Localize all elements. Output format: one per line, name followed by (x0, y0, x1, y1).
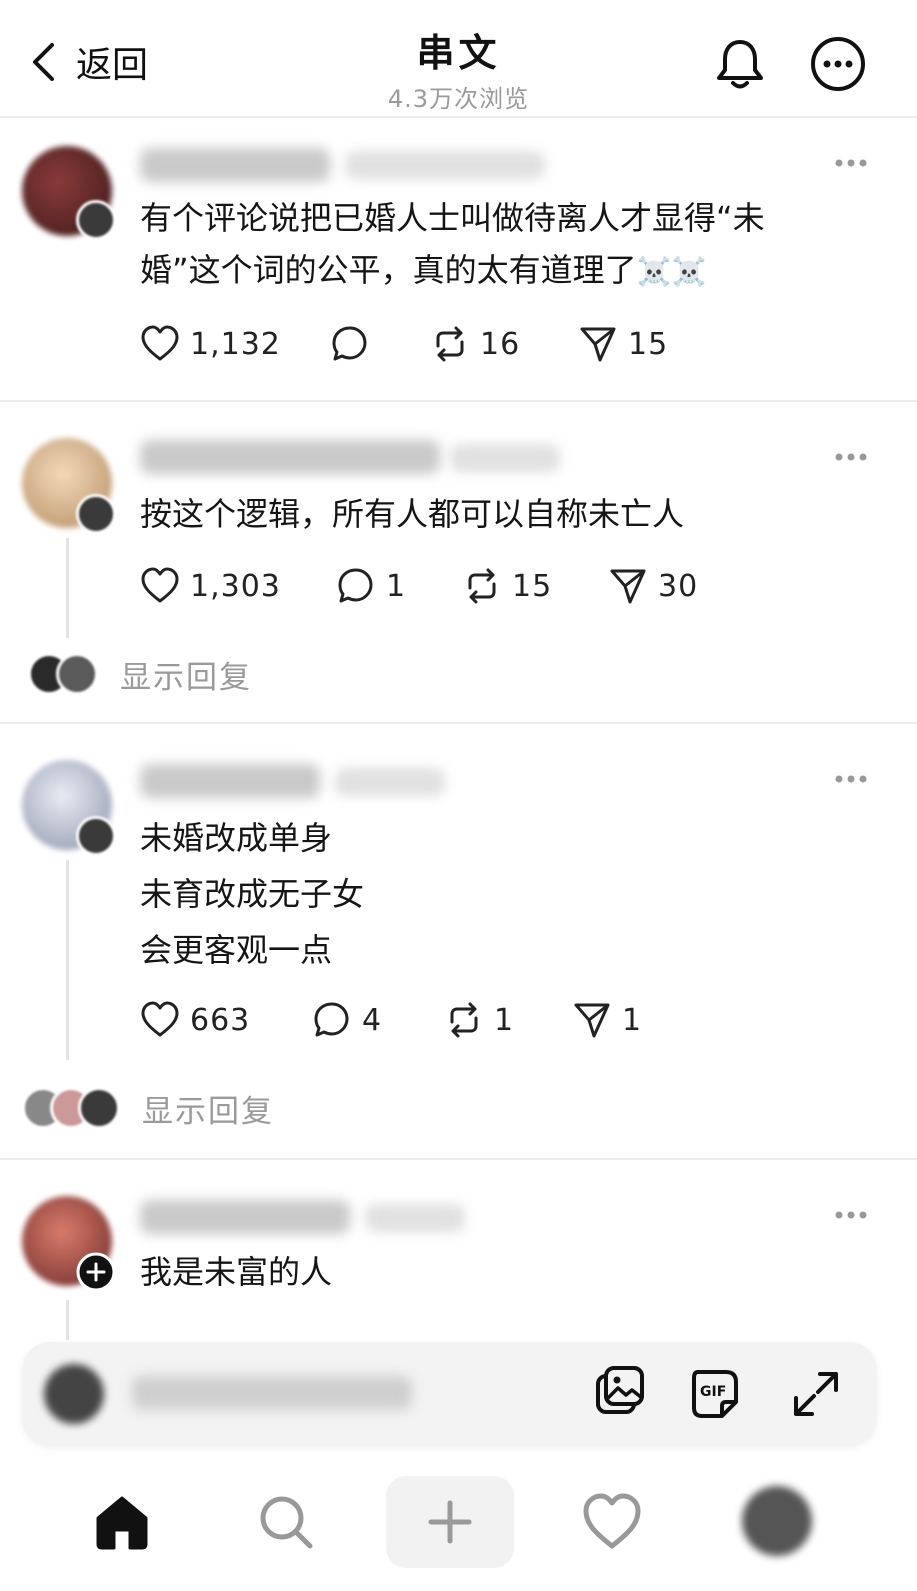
post-text-line: 有个评论说把已婚人士叫做待离人才显得“未 (140, 199, 765, 237)
show-replies[interactable]: 显示回复 (22, 1087, 274, 1130)
search-icon (260, 1496, 313, 1549)
comment-button[interactable]: 1 (336, 564, 406, 608)
username-blurred[interactable] (140, 1200, 350, 1234)
send-icon (610, 569, 646, 604)
nav-home[interactable] (82, 1482, 162, 1562)
comment-icon (314, 1002, 349, 1037)
plus-circle-icon[interactable] (76, 1252, 116, 1292)
show-replies[interactable]: 显示回复 (28, 653, 252, 696)
repost-icon (468, 568, 496, 604)
follow-badge[interactable] (76, 816, 116, 856)
post-text: 有个评论说把已婚人士叫做待离人才显得“未 婚”这个词的公平，真的太有道理了☠️☠️ (140, 192, 765, 298)
heart-icon (141, 567, 179, 603)
post-text-line: 按这个逻辑，所有人都可以自称未亡人 (140, 495, 685, 533)
post-text-line: 未育改成无子女 (140, 875, 365, 913)
share-count: 15 (628, 326, 669, 362)
nav-search[interactable] (246, 1482, 326, 1562)
heart-icon (141, 1001, 179, 1037)
plus-icon (428, 1500, 472, 1544)
repost-count: 1 (494, 1002, 515, 1038)
bottom-nav (0, 1460, 917, 1591)
follow-badge[interactable] (76, 494, 116, 534)
comment-button[interactable] (330, 322, 380, 366)
post-text: 按这个逻辑，所有人都可以自称未亡人 (140, 488, 684, 540)
comment-icon (338, 568, 373, 603)
post-1: 有个评论说把已婚人士叫做待离人才显得“未 婚”这个词的公平，真的太有道理了☠️☠️… (0, 118, 917, 400)
share-button[interactable]: 15 (578, 322, 668, 366)
nav-profile-avatar[interactable] (742, 1486, 812, 1556)
comment-icon (332, 326, 367, 361)
send-icon (580, 327, 616, 362)
repost-count: 15 (512, 568, 553, 604)
show-replies-label: 显示回复 (142, 1093, 274, 1130)
reply-avatar (78, 1087, 120, 1129)
share-count: 30 (658, 568, 699, 604)
post-text-line: 我是未富的人 (140, 1253, 333, 1291)
more-options-icon[interactable] (834, 1210, 868, 1220)
nav-activity[interactable] (572, 1482, 652, 1562)
timestamp-blurred (365, 1204, 465, 1232)
post-2: 按这个逻辑，所有人都可以自称未亡人 1,303 1 15 30 显示回复 (0, 402, 917, 722)
expand-icon[interactable] (786, 1364, 846, 1424)
repost-button[interactable]: 15 (462, 564, 552, 608)
repost-button[interactable]: 1 (444, 998, 514, 1042)
gif-icon[interactable]: GIF (686, 1364, 746, 1424)
comment-button[interactable]: 4 (312, 998, 382, 1042)
home-icon (96, 1496, 148, 1550)
thread-line (66, 538, 69, 638)
show-replies-label: 显示回复 (120, 659, 252, 696)
post-text: 未婚改成单身 未育改成无子女 会更客观一点 (140, 810, 364, 978)
repost-count: 16 (480, 326, 521, 362)
comment-count: 4 (362, 1002, 383, 1038)
repost-icon (450, 1002, 478, 1038)
like-count: 1,132 (190, 326, 281, 362)
username-blurred[interactable] (140, 148, 330, 182)
timestamp-blurred (345, 151, 545, 179)
svg-text:GIF: GIF (700, 1384, 726, 1400)
post-text-line: 婚”这个词的公平，真的太有道理了 (140, 251, 637, 289)
comment-count: 1 (386, 568, 407, 604)
follow-badge[interactable] (76, 200, 116, 240)
repost-icon (436, 326, 464, 362)
skull-emoji: ☠️☠️ (636, 255, 707, 288)
share-button[interactable]: 1 (572, 998, 642, 1042)
top-bar: 返回 串文 4.3万次浏览 (0, 0, 917, 118)
heart-icon (583, 1493, 641, 1549)
page-title: 串文 (416, 31, 501, 75)
reply-avatar (56, 653, 98, 695)
more-options-icon[interactable] (834, 158, 868, 168)
title-block: 串文 4.3万次浏览 (0, 22, 917, 114)
like-count: 663 (190, 1002, 251, 1038)
thread-line (66, 860, 69, 1060)
post-text-line: 未婚改成单身 (140, 819, 333, 857)
repost-button[interactable]: 16 (430, 322, 520, 366)
reply-input-placeholder[interactable] (132, 1376, 412, 1410)
username-blurred[interactable] (140, 440, 440, 474)
more-options-icon[interactable] (834, 774, 868, 784)
like-button[interactable]: 1,132 (140, 322, 281, 366)
view-count: 4.3万次浏览 (387, 85, 530, 113)
share-button[interactable]: 30 (608, 564, 698, 608)
post-4: 我是未富的人 (0, 1160, 917, 1340)
reply-composer[interactable]: GIF (22, 1342, 877, 1446)
timestamp-blurred (450, 444, 560, 472)
username-blurred[interactable] (140, 764, 320, 798)
thread-line (66, 1300, 69, 1340)
bell-icon[interactable] (710, 34, 770, 94)
nav-new-post[interactable] (386, 1476, 514, 1568)
post-text: 我是未富的人 (140, 1246, 332, 1298)
post-3: 未婚改成单身 未育改成无子女 会更客观一点 663 4 1 1 显示回复 (0, 724, 917, 1158)
post-text-line: 会更客观一点 (140, 931, 333, 969)
image-icon[interactable] (590, 1364, 650, 1424)
more-options-icon[interactable] (834, 452, 868, 462)
like-button[interactable]: 663 (140, 998, 250, 1042)
like-button[interactable]: 1,303 (140, 564, 281, 608)
timestamp-blurred (335, 768, 445, 796)
like-count: 1,303 (190, 568, 281, 604)
send-icon (574, 1003, 610, 1038)
more-circle-icon[interactable] (808, 34, 868, 94)
heart-icon (141, 325, 179, 361)
composer-avatar (44, 1364, 104, 1424)
share-count: 1 (622, 1002, 643, 1038)
